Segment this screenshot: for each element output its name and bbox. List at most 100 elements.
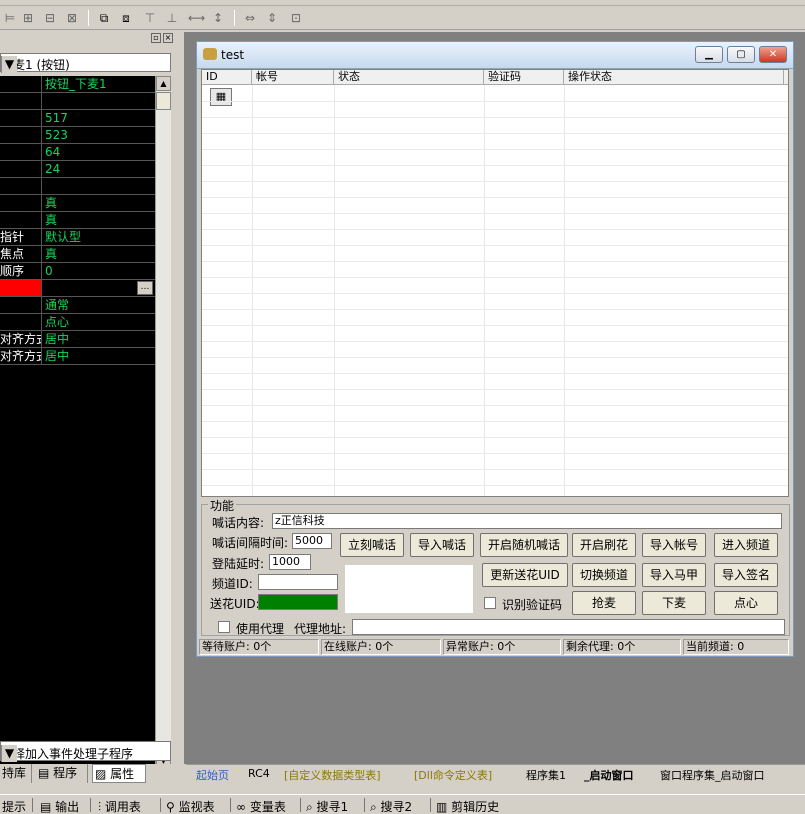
channel-id-input[interactable] (258, 574, 338, 590)
property-row[interactable]: 顺序 0 (0, 263, 155, 280)
snack-button[interactable]: 点心 (714, 591, 778, 615)
property-row[interactable]: 焦点真 (0, 246, 155, 263)
update-uid-button[interactable]: 更新送花UID (482, 563, 568, 587)
tab-window-program-set[interactable]: 窗口程序集_启动窗口 (660, 767, 765, 783)
property-row[interactable]: 64 (0, 144, 155, 161)
shout-interval-input[interactable]: 5000 (292, 533, 332, 549)
import-vest-button[interactable]: 导入马甲 (642, 563, 706, 587)
column-header-captcha[interactable]: 验证码 (484, 70, 564, 85)
enter-channel-button[interactable]: 进入频道 (714, 533, 778, 557)
shout-interval-label: 喊话间隔时间: (212, 536, 289, 550)
window-title: test (221, 48, 245, 62)
recognize-captcha-checkbox[interactable] (484, 597, 496, 609)
account-list[interactable]: ID 帐号 状态 验证码 操作状态 ▦ (201, 69, 789, 497)
scroll-thumb[interactable] (156, 92, 171, 110)
output-button[interactable]: ▤ 输出 (40, 798, 79, 814)
property-row[interactable]: 对齐方式居中 (0, 348, 155, 365)
tab-dll-commands[interactable]: [Dll命令定义表] (414, 767, 492, 783)
space-h-icon[interactable]: ⟷ (188, 10, 205, 26)
random-shout-button[interactable]: 开启随机喊话 (480, 533, 568, 557)
column-header-id[interactable]: ID (202, 70, 252, 85)
chevron-down-icon[interactable]: ▼ (1, 745, 17, 762)
property-row[interactable]: 真 (0, 212, 155, 229)
property-grid[interactable]: 按钮_下麦15175236424真真指针默认型焦点真顺序0…通常点心对齐方式居中… (0, 76, 155, 769)
align-left-icon[interactable]: ⊨ (2, 10, 18, 26)
close-button[interactable]: ✕ (759, 46, 787, 63)
import-sign-button[interactable]: 导入签名 (714, 563, 778, 587)
shout-now-button[interactable]: 立刻喊话 (340, 533, 404, 557)
property-row[interactable] (0, 178, 155, 195)
start-flower-button[interactable]: 开启刷花 (572, 533, 636, 557)
variable-table-button[interactable]: ∞ 变量表 (236, 798, 286, 814)
ellipsis-button[interactable]: … (137, 281, 153, 295)
property-key (0, 297, 42, 313)
property-row[interactable]: 真 (0, 195, 155, 212)
proxy-addr-input[interactable] (352, 619, 785, 635)
distribute-icon[interactable]: ⊠ (64, 10, 80, 26)
login-delay-input[interactable]: 1000 (269, 554, 311, 570)
grid-line (202, 469, 788, 470)
column-header-op-status[interactable]: 操作状态 (564, 70, 784, 85)
property-row[interactable]: 517 (0, 110, 155, 127)
clip-history-button[interactable]: ▥ 剪辑历史 (436, 798, 499, 814)
import-shout-button[interactable]: 导入喊话 (410, 533, 474, 557)
property-scrollbar[interactable]: ▲ ▼ (155, 76, 171, 769)
property-row[interactable]: 按钮_下麦1 (0, 76, 155, 93)
tab-library[interactable]: 持库 (0, 764, 32, 783)
tab-custom-types[interactable]: [自定义数据类型表] (284, 767, 381, 783)
property-value: 默认型 (45, 230, 82, 244)
property-row[interactable]: 对齐方式居中 (0, 331, 155, 348)
property-row[interactable]: 指针 默认型 (0, 229, 155, 246)
switch-channel-button[interactable]: 切换频道 (572, 563, 636, 587)
column-header-status[interactable]: 状态 (334, 70, 484, 85)
tab-rc4[interactable]: RC4 (248, 767, 270, 780)
align-center-icon[interactable]: ⊞ (20, 10, 36, 26)
property-row[interactable] (0, 93, 155, 110)
column-divider (484, 85, 485, 496)
property-row[interactable]: 24 (0, 161, 155, 178)
align-top-icon[interactable]: ⊤ (142, 10, 158, 26)
tab-start-page[interactable]: 起始页 (196, 767, 229, 783)
tab-properties[interactable]: ▨ 属性 (92, 764, 146, 783)
property-row[interactable]: 通常 (0, 297, 155, 314)
same-width-icon[interactable]: ⇔ (242, 10, 258, 26)
flower-uid-input[interactable] (258, 594, 338, 610)
window-titlebar[interactable]: test ▁ ▢ ✕ (197, 42, 793, 69)
shout-content-input[interactable]: z正信科技 (272, 513, 782, 529)
hint-button[interactable]: 提示 (2, 798, 26, 814)
tab-program[interactable]: ▤ 程序 (36, 764, 88, 783)
space-v-icon[interactable]: ↕ (210, 10, 226, 26)
toolbar-separator (430, 798, 431, 812)
align-middle-icon[interactable]: ⊥ (164, 10, 180, 26)
property-row[interactable]: 点心 (0, 314, 155, 331)
search2-button[interactable]: ⌕ 搜寻2 (370, 798, 412, 814)
chevron-down-icon[interactable]: ▼ (1, 56, 17, 73)
align-right-icon[interactable]: ⊟ (42, 10, 58, 26)
column-header-account[interactable]: 帐号 (252, 70, 334, 85)
status-remaining-proxy: 剩余代理: 0个 (563, 639, 681, 655)
ungroup-icon[interactable]: ⧈ (118, 10, 134, 26)
scroll-up-icon[interactable]: ▲ (156, 76, 171, 91)
minimize-button[interactable]: ▁ (695, 46, 723, 63)
watch-table-button[interactable]: ⚲ 监视表 (166, 798, 215, 814)
object-selector[interactable]: 下麦1 (按钮) ▼ (0, 53, 171, 73)
close-icon[interactable]: × (163, 33, 173, 43)
tab-program-set1[interactable]: 程序集1 (526, 767, 566, 783)
use-proxy-checkbox[interactable] (218, 621, 230, 633)
property-row[interactable]: … (0, 280, 155, 297)
search1-button[interactable]: ⌕ 搜寻1 (306, 798, 348, 814)
property-row[interactable]: 523 (0, 127, 155, 144)
function-group-title: 功能 (208, 497, 237, 514)
same-height-icon[interactable]: ⇕ (264, 10, 280, 26)
same-size-icon[interactable]: ⊡ (288, 10, 304, 26)
maximize-button[interactable]: ▢ (727, 46, 755, 63)
group-icon[interactable]: ⧉ (96, 10, 112, 26)
tab-start-window[interactable]: _启动窗口 (584, 767, 634, 783)
grab-mic-button[interactable]: 抢麦 (572, 591, 636, 615)
import-account-button[interactable]: 导入帐号 (642, 533, 706, 557)
calendar-icon[interactable]: ▦ (210, 88, 232, 106)
pin-icon[interactable]: ▫ (151, 33, 161, 43)
call-table-button[interactable]: ⫶ 调用表 (98, 798, 141, 814)
event-selector[interactable]: 选择加入事件处理子程序 ▼ (0, 741, 171, 762)
leave-mic-button[interactable]: 下麦 (642, 591, 706, 615)
